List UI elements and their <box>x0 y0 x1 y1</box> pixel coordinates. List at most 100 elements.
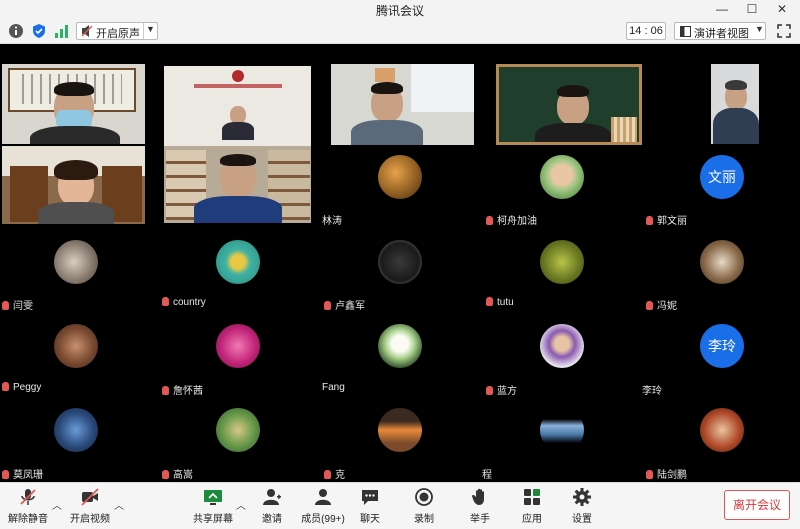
record-label: 录制 <box>414 514 434 525</box>
participant-name: 柯舟加油 <box>486 212 537 227</box>
close-icon[interactable]: ✕ <box>772 1 792 17</box>
settings-button[interactable]: 设置 <box>568 487 596 525</box>
meeting-window: 腾讯会议 — ☐ ✕ 开启原声 ▼ 14 : 06 演讲者视图 ▼ 林涛 柯舟加… <box>0 0 800 529</box>
participant-avatar[interactable] <box>540 324 584 368</box>
users-icon <box>315 489 331 505</box>
participant-name: 卢鑫军 <box>324 297 365 312</box>
maximize-icon[interactable]: ☐ <box>742 1 762 17</box>
share-screen-button[interactable]: 共享屏幕 <box>190 487 236 525</box>
signal-icon[interactable] <box>54 23 70 39</box>
participant-avatar[interactable]: 李玲 <box>700 324 744 368</box>
apps-label: 应用 <box>522 514 542 525</box>
chevron-up-icon[interactable]: ︿ <box>114 497 124 512</box>
video-tile[interactable] <box>711 64 759 144</box>
participant-avatar[interactable] <box>216 324 260 368</box>
mic-off-icon <box>20 489 36 505</box>
invite-button[interactable]: 邀请 <box>256 487 288 525</box>
window-title: 腾讯会议 <box>375 4 424 18</box>
speaker-view-label: 演讲者视图 <box>694 28 749 40</box>
mic-muted-icon <box>162 386 169 395</box>
speaker-view-button[interactable]: 演讲者视图 ▼ <box>674 22 766 40</box>
participant-name: 蓝方 <box>486 382 517 397</box>
participant-name: 詹怀茜 <box>162 382 203 397</box>
participant-name: 高嵩 <box>162 466 193 481</box>
video-tile[interactable] <box>331 64 474 145</box>
chevron-up-icon[interactable]: ︿ <box>52 497 62 512</box>
participant-name: country <box>162 297 206 308</box>
mic-muted-icon <box>486 297 493 306</box>
mic-muted-icon <box>646 216 653 225</box>
audio-icon <box>81 25 93 37</box>
hand-icon <box>472 488 484 505</box>
members-button[interactable]: 成员(99+) <box>300 487 346 525</box>
mic-muted-icon <box>646 301 653 310</box>
participant-name: Peggy <box>2 382 41 393</box>
chevron-down-icon[interactable]: ▼ <box>146 24 155 34</box>
gear-icon <box>573 488 591 506</box>
share-screen-label: 共享屏幕 <box>193 514 233 525</box>
settings-label: 设置 <box>572 514 592 525</box>
title-bar: 腾讯会议 — ☐ ✕ <box>0 0 800 18</box>
apps-icon <box>524 489 540 505</box>
participant-avatar[interactable] <box>54 408 98 452</box>
participant-avatar[interactable]: 文丽 <box>700 155 744 199</box>
participant-avatar[interactable] <box>700 240 744 284</box>
participant-name: 莫凤珊 <box>2 466 43 481</box>
participant-avatar[interactable] <box>540 155 584 199</box>
record-button[interactable]: 录制 <box>410 487 438 525</box>
bottom-toolbar: 解除静音 ︿ 开启视频 ︿ 共享屏幕 ︿ 邀请 成员(99+) 聊天 录制 举手… <box>0 482 800 529</box>
participant-avatar[interactable] <box>540 240 584 284</box>
video-tile[interactable] <box>496 64 642 145</box>
participant-name: 郭文丽 <box>646 212 687 227</box>
participant-name: Fang <box>322 382 345 393</box>
mic-muted-icon <box>646 470 653 479</box>
camera-off-icon <box>81 488 99 506</box>
leave-meeting-button[interactable]: 离开会议 <box>724 490 790 520</box>
participant-avatar[interactable] <box>216 408 260 452</box>
participant-avatar[interactable] <box>700 408 744 452</box>
top-toolbar: 开启原声 ▼ 14 : 06 演讲者视图 ▼ <box>0 18 800 44</box>
participant-avatar[interactable] <box>378 408 422 452</box>
start-video-label: 开启视频 <box>70 514 110 525</box>
info-icon[interactable] <box>8 23 24 39</box>
participant-name: 克 <box>324 466 345 481</box>
add-user-icon <box>263 489 281 505</box>
mic-muted-icon <box>2 470 9 479</box>
mic-muted-icon <box>324 301 331 310</box>
minimize-icon[interactable]: — <box>712 1 732 17</box>
participant-avatar[interactable] <box>378 155 422 199</box>
mic-muted-icon <box>486 216 493 225</box>
fullscreen-icon[interactable] <box>776 23 792 39</box>
participant-avatar[interactable] <box>540 408 584 452</box>
video-tile[interactable] <box>164 66 311 223</box>
shield-icon[interactable] <box>31 23 47 39</box>
participant-avatar[interactable] <box>54 240 98 284</box>
start-video-button[interactable]: 开启视频 <box>68 487 112 525</box>
chevron-up-icon[interactable]: ︿ <box>236 497 246 512</box>
original-audio-label: 开启原声 <box>96 28 140 40</box>
mic-muted-icon <box>162 297 169 306</box>
participant-avatar[interactable] <box>378 324 422 368</box>
participant-name: 冯妮 <box>646 297 677 312</box>
participant-name: 李玲 <box>642 386 662 397</box>
video-tile[interactable] <box>2 146 145 224</box>
raise-hand-button[interactable]: 举手 <box>466 487 494 525</box>
invite-label: 邀请 <box>262 514 282 525</box>
unmute-label: 解除静音 <box>8 514 48 525</box>
participant-avatar[interactable] <box>54 324 98 368</box>
chat-button[interactable]: 聊天 <box>356 487 384 525</box>
video-tile[interactable] <box>2 64 145 144</box>
apps-button[interactable]: 应用 <box>518 487 546 525</box>
original-audio-button[interactable]: 开启原声 ▼ <box>76 22 158 40</box>
participant-avatar[interactable] <box>378 240 422 284</box>
raise-hand-label: 举手 <box>470 514 490 525</box>
divider <box>143 23 144 39</box>
layout-icon <box>680 26 691 37</box>
share-screen-icon <box>204 490 222 505</box>
unmute-button[interactable]: 解除静音 <box>8 487 48 525</box>
participant-name: tutu <box>486 297 514 308</box>
chevron-down-icon[interactable]: ▼ <box>755 24 764 34</box>
chat-label: 聊天 <box>360 514 380 525</box>
participant-avatar[interactable] <box>216 240 260 284</box>
mic-muted-icon <box>162 470 169 479</box>
